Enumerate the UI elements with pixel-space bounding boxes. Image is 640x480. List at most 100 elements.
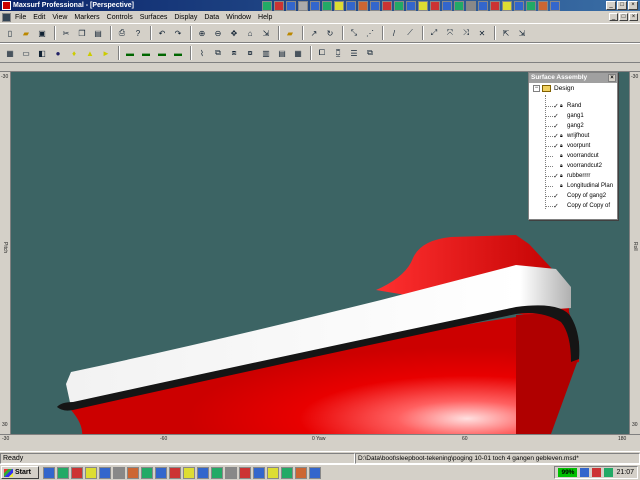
lock-icon[interactable]: 🔒︎ xyxy=(560,173,565,179)
tray-icon[interactable] xyxy=(592,468,602,477)
launch-icon[interactable] xyxy=(310,0,320,11)
buttocks-icon[interactable]: ⧈ xyxy=(227,46,241,60)
open-icon[interactable]: ▰ xyxy=(19,26,33,40)
measure-icon[interactable]: ▰ xyxy=(283,26,297,40)
grid-icon[interactable]: ▦ xyxy=(3,46,17,60)
curves-icon[interactable]: ⌇ xyxy=(195,46,209,60)
launch-icon[interactable] xyxy=(382,0,392,11)
table-icon[interactable]: ▦ xyxy=(291,46,305,60)
color-icon[interactable]: ▲ xyxy=(83,46,97,60)
surface-item[interactable]: 🔒︎ Longitudinal Plan xyxy=(545,181,613,191)
launch-icon[interactable] xyxy=(406,0,416,11)
control-point-icon[interactable]: ⤡ xyxy=(347,26,361,40)
surface-item[interactable]: ✓ Copy of Copy of xyxy=(545,201,610,211)
new-icon[interactable]: ▯ xyxy=(3,26,17,40)
surface-item[interactable]: ✓ Copy of gang2 xyxy=(545,191,606,201)
taskbar-app-icon[interactable] xyxy=(169,466,181,479)
launch-icon[interactable] xyxy=(370,0,380,11)
taskbar-app-icon[interactable] xyxy=(43,466,55,479)
launch-icon[interactable] xyxy=(334,0,344,11)
lock-icon[interactable]: 🔒︎ xyxy=(560,153,565,159)
tree-root[interactable]: − Design xyxy=(533,85,574,92)
surface-item[interactable]: ✓ 🔒︎ rubberrrr xyxy=(545,171,590,181)
launch-icon[interactable] xyxy=(262,0,272,11)
launch-icon[interactable] xyxy=(466,0,476,11)
menu-view[interactable]: View xyxy=(52,14,67,21)
doc-close-button[interactable]: × xyxy=(629,13,638,21)
start-button[interactable]: Start xyxy=(1,466,39,479)
undo-icon[interactable]: ↶ xyxy=(155,26,169,40)
minimize-button[interactable]: _ xyxy=(606,1,616,10)
surface-item[interactable]: ✓ 🔒︎ Rand xyxy=(545,101,581,111)
waterlines-icon[interactable]: ⧇ xyxy=(243,46,257,60)
surface-3-icon[interactable]: ▬ xyxy=(155,46,169,60)
menu-surfaces[interactable]: Surfaces xyxy=(140,14,168,21)
surface-2-icon[interactable]: ▬ xyxy=(139,46,153,60)
taskbar-app-icon[interactable] xyxy=(309,466,321,479)
ruler-bottom[interactable]: -30 -60 0 Yaw 60 180 xyxy=(0,434,640,442)
launch-icon[interactable] xyxy=(502,0,512,11)
launch-icon[interactable] xyxy=(454,0,464,11)
lock-icon[interactable]: 🔒︎ xyxy=(560,163,565,169)
collapse-icon[interactable]: − xyxy=(533,85,540,92)
check-icon[interactable]: ✓ xyxy=(553,132,559,140)
lock-icon[interactable]: 🔒︎ xyxy=(560,183,565,189)
app-icon[interactable] xyxy=(2,1,11,10)
check-icon[interactable]: ✓ xyxy=(553,122,559,130)
launch-icon[interactable] xyxy=(418,0,428,11)
frame-icon[interactable]: ▭ xyxy=(19,46,33,60)
menu-file[interactable]: File xyxy=(15,14,26,21)
surface-1-icon[interactable]: ▬ xyxy=(123,46,137,60)
taskbar-app-icon[interactable] xyxy=(281,466,293,479)
surface-item[interactable]: ✓ gang1 xyxy=(545,111,584,121)
lock-icon[interactable]: 🔒︎ xyxy=(560,133,565,139)
ruler-right[interactable]: -30 Roll 30 xyxy=(629,72,640,434)
surface-assembly-panel[interactable]: Surface Assembly × − Design ✓ 🔒︎ Rand ✓ gan… xyxy=(528,72,618,220)
lines-icon[interactable]: ▤ xyxy=(275,46,289,60)
tray-icon[interactable] xyxy=(604,468,614,477)
menu-controls[interactable]: Controls xyxy=(107,14,133,21)
pan-icon[interactable]: ✥ xyxy=(227,26,241,40)
zoom-out-icon[interactable]: ⊖ xyxy=(211,26,225,40)
lock-icon[interactable]: 🔒︎ xyxy=(560,143,565,149)
launch-icon[interactable] xyxy=(490,0,500,11)
help-icon[interactable]: ? xyxy=(131,26,145,40)
launch-icon[interactable] xyxy=(274,0,284,11)
view-back-icon[interactable]: ⇲ xyxy=(515,26,529,40)
surface-item[interactable]: 🔒︎ voorrandcut xyxy=(545,151,599,161)
taskbar-app-icon[interactable] xyxy=(113,466,125,479)
clock[interactable]: 21:07 xyxy=(616,469,634,476)
taskbar-app-icon[interactable] xyxy=(267,466,279,479)
check-icon[interactable]: ✓ xyxy=(553,192,559,200)
select-icon[interactable]: ↗ xyxy=(307,26,321,40)
surface-item[interactable]: ✓ 🔒︎ wrijfhout xyxy=(545,131,589,141)
move-icon[interactable]: ⤧ xyxy=(443,26,457,40)
delete-point-icon[interactable]: / xyxy=(387,26,401,40)
paste-icon[interactable]: ▤ xyxy=(91,26,105,40)
menu-edit[interactable]: Edit xyxy=(33,14,45,21)
surface-tree[interactable]: − Design ✓ 🔒︎ Rand ✓ gang1 ✓ gang2 ✓ 🔒︎ wrijfh… xyxy=(529,83,617,220)
taskbar-app-icon[interactable] xyxy=(239,466,251,479)
surface-item[interactable]: ✓ 🔒︎ voorpunt xyxy=(545,141,590,151)
check-icon[interactable]: ✓ xyxy=(553,172,559,180)
panel-title[interactable]: Surface Assembly × xyxy=(529,73,617,83)
markers-icon[interactable]: ⧠ xyxy=(315,46,329,60)
rotate-icon[interactable]: ↻ xyxy=(323,26,337,40)
check-icon[interactable]: ✓ xyxy=(553,102,559,110)
menu-markers[interactable]: Markers xyxy=(74,14,99,21)
taskbar-app-icon[interactable] xyxy=(183,466,195,479)
edge-icon[interactable]: ⟋ xyxy=(403,26,417,40)
save-icon[interactable]: ▣ xyxy=(35,26,49,40)
doc-minimize-button[interactable]: _ xyxy=(609,13,618,21)
taskbar-app-icon[interactable] xyxy=(155,466,167,479)
taskbar-app-icon[interactable] xyxy=(85,466,97,479)
battery-indicator[interactable]: 99% xyxy=(558,468,578,477)
launch-icon[interactable] xyxy=(298,0,308,11)
launch-icon[interactable] xyxy=(286,0,296,11)
launch-icon[interactable] xyxy=(550,0,560,11)
options-icon[interactable]: ⧉ xyxy=(363,46,377,60)
bond-icon[interactable]: ⤢ xyxy=(427,26,441,40)
launch-icon[interactable] xyxy=(430,0,440,11)
taskbar-app-icon[interactable] xyxy=(99,466,111,479)
view-front-icon[interactable]: ⇱ xyxy=(499,26,513,40)
